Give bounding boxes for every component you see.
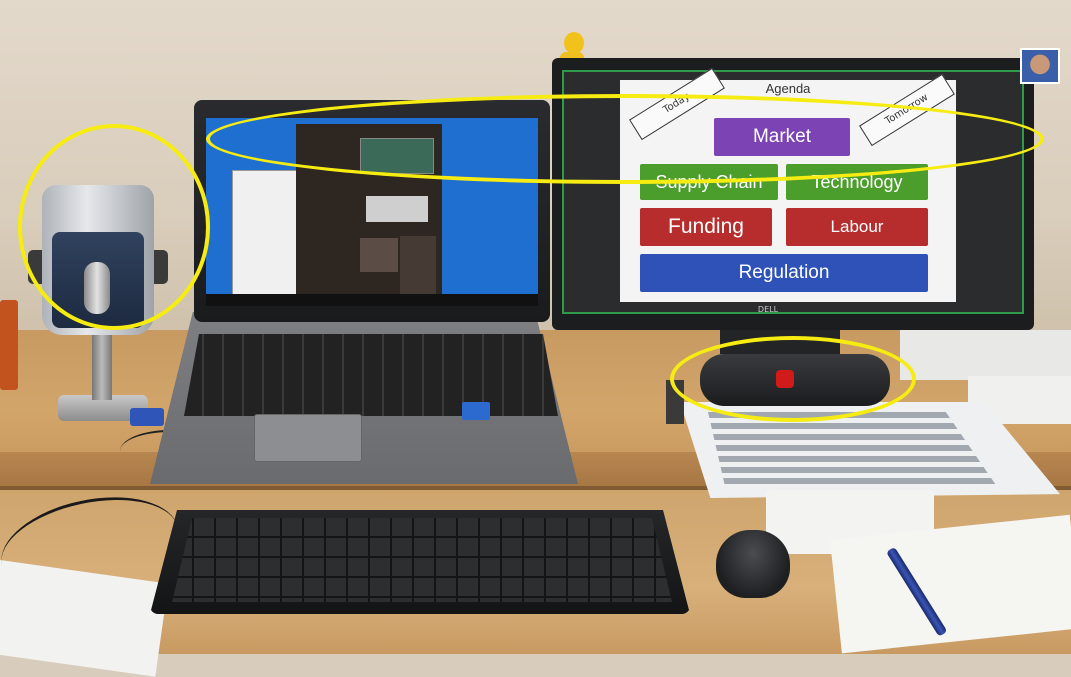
highlight-ring-microphone xyxy=(18,124,210,330)
keyboard-keys xyxy=(172,518,672,602)
laptop-video-tile xyxy=(366,196,428,222)
laptop-taskbar xyxy=(206,294,538,306)
highlight-ring-screens xyxy=(206,94,1044,184)
laptop-sticker xyxy=(462,402,490,420)
slide-box-labour: Labour xyxy=(786,208,928,246)
participant-avatar xyxy=(1020,48,1060,84)
red-object xyxy=(0,300,18,390)
monitor-brand-logo: DELL xyxy=(757,305,779,314)
figurine-head xyxy=(564,32,584,54)
laptop-video-tile xyxy=(400,236,436,296)
usb-adapter xyxy=(130,408,164,426)
laptop-touchpad xyxy=(254,414,362,462)
notepad xyxy=(830,514,1071,654)
microphone-neck xyxy=(92,330,112,400)
laptop-keyboard xyxy=(184,334,558,416)
mouse xyxy=(716,530,790,598)
laptop-video-tile xyxy=(360,238,398,272)
highlight-ring-speaker xyxy=(670,336,916,422)
slide-box-regulation: Regulation xyxy=(640,254,928,292)
slide-box-funding: Funding xyxy=(640,208,772,246)
paper-stack xyxy=(900,330,1071,380)
